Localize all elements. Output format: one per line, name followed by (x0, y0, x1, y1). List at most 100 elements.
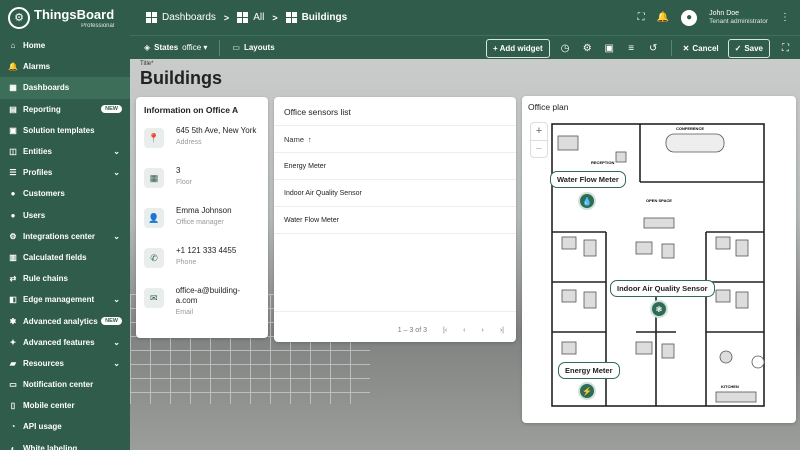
info-row: ▦ 3 Floor (136, 161, 268, 201)
info-row: ✆ +1 121 333 4455 Phone (136, 241, 268, 281)
sidebar-item-mobile-center[interactable]: ▯ Mobile center (0, 395, 130, 416)
chevron-down-icon[interactable]: ⌄ (113, 338, 120, 347)
states-icon: ◈ (144, 43, 151, 52)
states-select[interactable]: office ▾ (182, 43, 207, 52)
sidebar-item-integrations-center[interactable]: ⚙ Integrations center ⌄ (0, 226, 130, 247)
breadcrumb-all[interactable]: All (253, 12, 264, 23)
sidebar-item-label: Dashboards (23, 83, 70, 93)
add-widget-button[interactable]: + Add widget (485, 38, 550, 58)
new-badge: NEW (101, 317, 122, 326)
sidebar-item-calculated-fields[interactable]: ▥ Calculated fields (0, 247, 130, 268)
table-row[interactable]: Indoor Air Quality Sensor (274, 180, 516, 207)
info-value: office-a@building-a.com (175, 286, 241, 305)
sidebar-item-advanced-features[interactable]: ✦ Advanced features ⌄ (0, 332, 130, 353)
user-info[interactable]: John Doe Tenant administrator (709, 10, 768, 25)
more-menu-icon[interactable]: ⋮ (780, 12, 790, 23)
states-value: office (182, 43, 202, 52)
next-page-icon[interactable]: › (482, 327, 484, 334)
dashboard-icon: ▦ (9, 83, 17, 93)
sidebar-item-reporting[interactable]: ▤ Reporting NEW (0, 99, 130, 120)
page-title[interactable]: Buildings (140, 68, 222, 89)
cancel-button[interactable]: ✕ Cancel (683, 44, 719, 53)
info-row: ✉ office-a@building-a.com Email (136, 281, 268, 321)
sidebar-item-dashboards[interactable]: ▦ Dashboards (0, 77, 130, 99)
sensors-card-title: Office sensors list (284, 107, 351, 117)
water-drop-icon[interactable]: 💧 (578, 192, 596, 210)
mobile-icon: ▯ (10, 401, 16, 411)
rule-chains-icon: ⇄ (9, 274, 17, 284)
sidebar-item-profiles[interactable]: ☰ Profiles ⌄ (0, 162, 130, 183)
brand[interactable]: ⚙ ThingsBoard Professional (0, 0, 130, 35)
name-column-header[interactable]: Name ↑ (274, 125, 516, 153)
analytics-icon: ✱ (9, 316, 17, 326)
states-label: States (154, 43, 179, 52)
entities-icon: ◫ (9, 147, 17, 157)
sidebar-item-label: Alarms (23, 62, 51, 72)
devices-icon[interactable]: ▣ (603, 43, 616, 54)
last-page-icon[interactable]: ›| (500, 327, 504, 334)
sidebar-item-rule-chains[interactable]: ⇄ Rule chains (0, 268, 130, 289)
brand-name: ThingsBoard (34, 6, 115, 22)
sidebar-item-customers[interactable]: ● Customers (0, 183, 130, 204)
zoom-in-button[interactable]: + (531, 123, 547, 140)
notifications-icon[interactable]: 🔔 (657, 12, 669, 23)
filter-icon[interactable]: ≡ (625, 43, 638, 54)
water-flow-meter-tag[interactable]: Water Flow Meter (550, 171, 626, 188)
chevron-down-icon[interactable]: ⌄ (113, 295, 120, 304)
zoom-control: + − (530, 122, 548, 158)
sidebar-item-white-labeling[interactable]: ◐ White labeling (0, 438, 130, 450)
chevron-down-icon[interactable]: ⌄ (113, 168, 120, 177)
sidebar-item-label: Advanced features (23, 337, 95, 347)
air-quality-sensor-tag[interactable]: Indoor Air Quality Sensor (610, 280, 715, 297)
sidebar-item-label: Integrations center (23, 231, 96, 241)
fullscreen-icon[interactable]: ⛶ (638, 12, 645, 23)
sidebar-nav: ⌂ Home 🔔 Alarms ▦ Dashboards ▤ Reporting NEW ▣ Sol… (0, 35, 130, 450)
timewindow-icon[interactable]: ◷ (559, 43, 572, 54)
dashboards-icon (146, 12, 157, 23)
chevron-down-icon[interactable]: ⌄ (113, 232, 120, 241)
sidebar-item-entities[interactable]: ◫ Entities ⌄ (0, 141, 130, 162)
sidebar-item-api-usage[interactable]: ◔ API usage (0, 416, 130, 437)
save-button[interactable]: ✓ Save (727, 38, 770, 58)
sidebar-item-advanced-analytics[interactable]: ✱ Advanced analytics NEW (0, 310, 130, 331)
sidebar-item-label: Calculated fields (23, 252, 87, 262)
bell-icon: 🔔 (8, 62, 18, 72)
room-label-kitchen: KITCHEN (721, 384, 739, 389)
chevron-down-icon[interactable]: ⌄ (113, 147, 120, 156)
sidebar-item-notification-center[interactable]: ▭ Notification center (0, 374, 130, 395)
breadcrumb-separator: > (272, 12, 278, 23)
sidebar-item-edge-management[interactable]: ◧ Edge management ⌄ (0, 289, 130, 310)
divider (219, 39, 221, 56)
sidebar-item-label: Rule chains (23, 274, 68, 284)
sidebar-item-home[interactable]: ⌂ Home (0, 35, 130, 56)
sidebar-item-alarms[interactable]: 🔔 Alarms (0, 56, 130, 77)
sidebar-item-label: Solution templates (23, 125, 95, 135)
energy-meter-tag[interactable]: Energy Meter (558, 362, 620, 379)
expand-icon[interactable]: ⛶ (779, 43, 792, 54)
sidebar-item-users[interactable]: ● Users (0, 205, 130, 226)
zoom-out-button[interactable]: − (531, 139, 547, 158)
page-range: 1 – 3 of 3 (397, 327, 427, 334)
sidebar-item-solution-templates[interactable]: ▣ Solution templates (0, 120, 130, 141)
integrations-icon: ⚙ (9, 231, 17, 241)
table-row[interactable]: Water Flow Meter (274, 207, 516, 234)
first-page-icon[interactable]: |‹ (443, 327, 447, 334)
sidebar-item-resources[interactable]: ▰ Resources ⌄ (0, 353, 130, 374)
avatar[interactable]: ● (681, 9, 698, 26)
chevron-down-icon[interactable]: ⌄ (113, 359, 120, 368)
info-key: Floor (176, 179, 192, 186)
air-quality-icon[interactable]: ❃ (650, 300, 668, 318)
history-icon[interactable]: ↺ (647, 43, 660, 54)
prev-page-icon[interactable]: ‹ (463, 327, 465, 334)
sensors-list-card: Office sensors list Name ↑ Energy Meter I… (274, 97, 516, 342)
title-field-label: Title* (140, 61, 154, 67)
energy-icon[interactable]: ⚡ (578, 382, 596, 400)
users-icon: ● (10, 210, 16, 220)
breadcrumb: Dashboards > All > Buildings (130, 12, 347, 23)
close-icon: ✕ (682, 43, 690, 53)
person-icon: 👤 (144, 208, 164, 228)
settings-icon[interactable]: ⚙ (581, 43, 594, 54)
breadcrumb-dashboards[interactable]: Dashboards (162, 12, 216, 23)
layouts-button[interactable]: Layouts (244, 43, 275, 52)
table-row[interactable]: Energy Meter (274, 153, 516, 180)
